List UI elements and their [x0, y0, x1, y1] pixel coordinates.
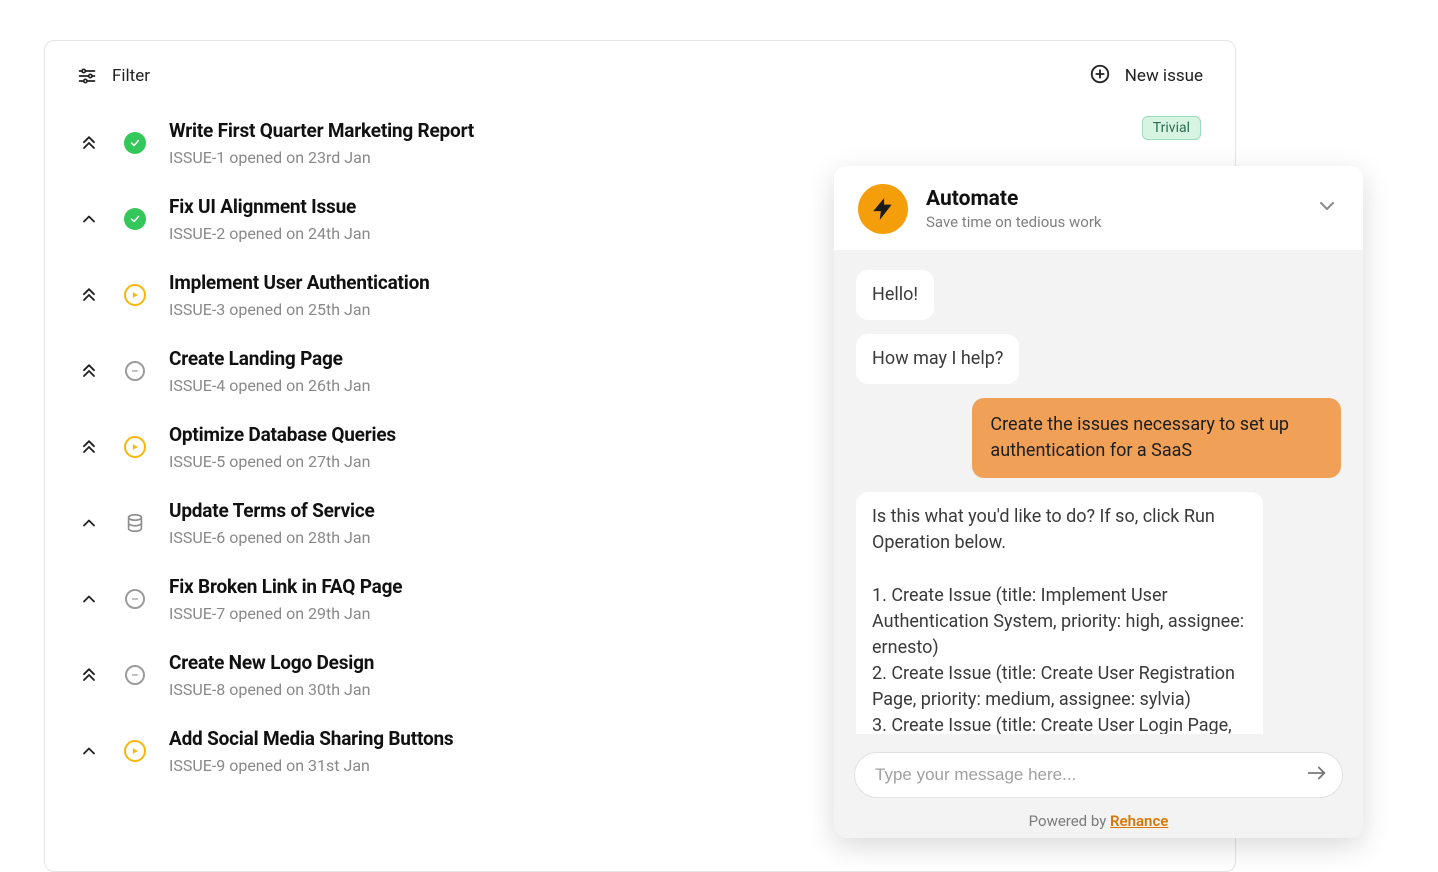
- toolbar: Filter New issue: [45, 41, 1235, 99]
- issue-id: ISSUE-7: [169, 604, 225, 623]
- powered-brand-link[interactable]: Rehance: [1110, 812, 1168, 830]
- issue-id: ISSUE-1: [169, 148, 225, 167]
- new-issue-label: New issue: [1125, 66, 1203, 86]
- status-icon: [123, 665, 147, 685]
- status-icon: [123, 132, 147, 154]
- issue-opened: opened on 30th Jan: [229, 680, 370, 699]
- bolt-avatar-icon: [858, 184, 908, 234]
- status-icon: [123, 512, 147, 534]
- issue-title: Write First Quarter Marketing Report: [169, 119, 1203, 142]
- filter-button[interactable]: Filter: [77, 66, 150, 86]
- chat-collapse-button[interactable]: [1315, 194, 1339, 222]
- status-icon: [123, 589, 147, 609]
- chat-messages[interactable]: Hello! How may I help? Create the issues n…: [834, 250, 1363, 734]
- status-icon: [123, 436, 147, 458]
- priority-icon: [77, 437, 101, 457]
- issue-opened: opened on 29th Jan: [229, 604, 370, 623]
- powered-prefix: Powered by: [1029, 812, 1110, 830]
- issue-id: ISSUE-5: [169, 452, 225, 471]
- issue-meta: ISSUE-1 opened on 23rd Jan: [169, 148, 1203, 167]
- status-icon: [123, 208, 147, 230]
- issue-opened: opened on 27th Jan: [229, 452, 370, 471]
- issue-opened: opened on 26th Jan: [229, 376, 370, 395]
- priority-icon: [77, 741, 101, 761]
- status-icon: [123, 740, 147, 762]
- status-icon: [123, 284, 147, 306]
- issue-id: ISSUE-4: [169, 376, 225, 395]
- issue-id: ISSUE-2: [169, 224, 225, 243]
- chat-title: Automate: [926, 187, 1102, 211]
- chat-bubble-bot: Hello!: [856, 270, 934, 320]
- filter-icon: [77, 66, 97, 86]
- chat-bubble-user: Create the issues necessary to set up au…: [972, 398, 1341, 478]
- issue-opened: opened on 25th Jan: [229, 300, 370, 319]
- chat-input[interactable]: [875, 765, 1296, 785]
- issue-opened: opened on 28th Jan: [229, 528, 370, 547]
- priority-icon: [77, 133, 101, 153]
- issue-id: ISSUE-8: [169, 680, 225, 699]
- status-icon: [123, 361, 147, 381]
- issue-opened: opened on 23rd Jan: [229, 148, 370, 167]
- chat-subtitle: Save time on tedious work: [926, 213, 1102, 231]
- chat-bubble-bot: How may I help?: [856, 334, 1019, 384]
- priority-icon: [77, 209, 101, 229]
- issue-id: ISSUE-6: [169, 528, 225, 547]
- issue-id: ISSUE-9: [169, 756, 225, 775]
- priority-icon: [77, 285, 101, 305]
- powered-by: Powered by Rehance: [1029, 812, 1169, 830]
- new-issue-button[interactable]: New issue: [1089, 63, 1203, 89]
- chat-header: Automate Save time on tedious work: [834, 166, 1363, 250]
- issue-opened: opened on 24th Jan: [229, 224, 370, 243]
- plus-circle-icon: [1089, 63, 1111, 89]
- chat-bubble-bot: Is this what you'd like to do? If so, cl…: [856, 492, 1263, 734]
- filter-label: Filter: [112, 66, 150, 86]
- priority-badge: Trivial: [1142, 116, 1201, 140]
- chat-input-wrap: [854, 752, 1343, 798]
- chat-footer: Powered by Rehance: [834, 734, 1363, 838]
- issue-opened: opened on 31st Jan: [229, 756, 370, 775]
- priority-icon: [77, 589, 101, 609]
- priority-icon: [77, 665, 101, 685]
- automate-chat-widget: Automate Save time on tedious work Hello…: [834, 166, 1363, 838]
- send-icon[interactable]: [1306, 762, 1328, 788]
- issue-id: ISSUE-3: [169, 300, 225, 319]
- priority-icon: [77, 361, 101, 381]
- priority-icon: [77, 513, 101, 533]
